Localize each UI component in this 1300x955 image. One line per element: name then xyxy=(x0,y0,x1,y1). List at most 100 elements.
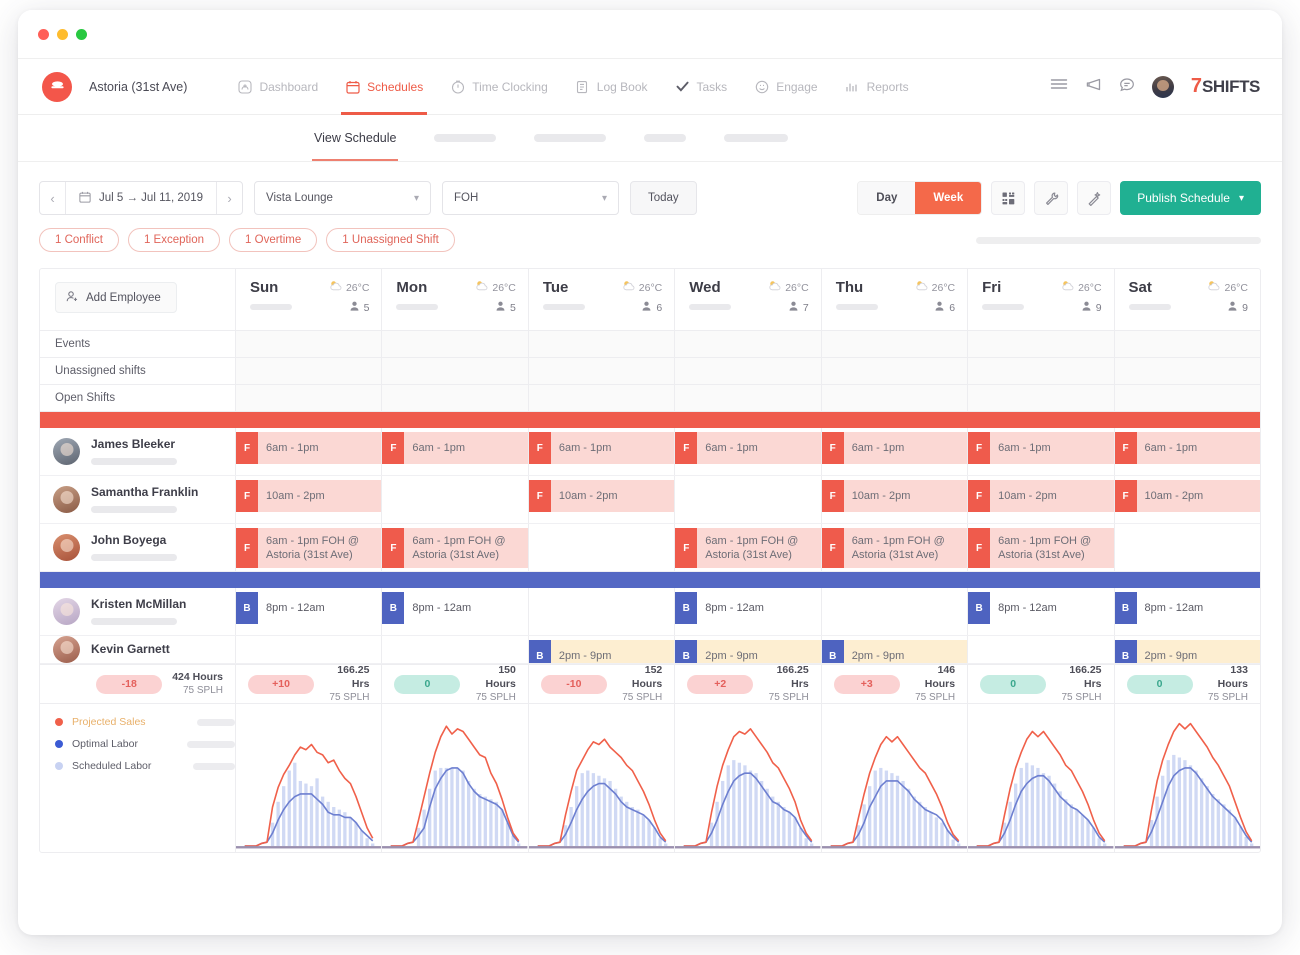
tab-placeholder-2[interactable] xyxy=(534,134,607,142)
day-view-button[interactable]: Day xyxy=(858,182,916,214)
shift-cell[interactable]: F 10am - 2pm xyxy=(528,476,676,523)
events-cell-sat[interactable] xyxy=(1114,331,1260,357)
grid-view-icon[interactable] xyxy=(991,181,1026,215)
employee-cell[interactable]: John Boyega xyxy=(40,524,236,571)
tab-placeholder-1[interactable] xyxy=(434,134,497,142)
shift-cell-empty[interactable] xyxy=(529,588,676,635)
magic-wand-icon[interactable] xyxy=(1077,181,1112,215)
tab-placeholder-4[interactable] xyxy=(724,134,789,142)
open-cell-tue[interactable] xyxy=(528,385,676,411)
shift-cell[interactable]: F 10am - 2pm xyxy=(236,476,383,523)
events-cell-tue[interactable] xyxy=(528,331,676,357)
shift-cell[interactable]: F 6am - 1pm FOH @ Astoria (31st Ave) xyxy=(382,524,529,571)
shift-cell-empty[interactable] xyxy=(968,636,1115,663)
tools-icon[interactable] xyxy=(1034,181,1069,215)
events-cell-thu[interactable] xyxy=(821,331,969,357)
week-view-button[interactable]: Week xyxy=(915,182,982,214)
shift-cell-empty[interactable] xyxy=(675,476,822,523)
shift-cell[interactable]: F 6am - 1pm FOH @ Astoria (31st Ave) xyxy=(675,524,822,571)
employee-cell[interactable]: James Bleeker xyxy=(40,428,236,475)
shift-cell-empty[interactable] xyxy=(822,588,969,635)
shift-cell[interactable]: F 6am - 1pm xyxy=(968,428,1115,475)
horizontal-scrollbar[interactable] xyxy=(976,236,1261,244)
nav-item-dashboard[interactable]: Dashboard xyxy=(237,59,318,115)
unassigned-cell-wed[interactable] xyxy=(675,358,822,384)
chart-tue[interactable] xyxy=(528,704,676,852)
megaphone-icon[interactable] xyxy=(1085,77,1102,97)
add-employee-button[interactable]: Add Employee xyxy=(55,282,177,313)
avatar[interactable] xyxy=(1151,75,1174,98)
shift-cell[interactable]: F 6am - 1pm xyxy=(675,428,822,475)
minimize-window-button[interactable] xyxy=(57,28,68,40)
employee-cell[interactable]: Kevin Garnett xyxy=(40,636,236,663)
shift-cell[interactable]: F 6am - 1pm xyxy=(821,428,969,475)
maximize-window-button[interactable] xyxy=(76,28,87,40)
shift-cell[interactable]: F 6am - 1pm xyxy=(236,428,383,475)
chart-fri[interactable] xyxy=(968,704,1115,852)
shift-cell[interactable]: F 6am - 1pm xyxy=(382,428,529,475)
nav-item-schedules[interactable]: Schedules xyxy=(341,59,428,115)
close-window-button[interactable] xyxy=(38,28,49,40)
events-cell-mon[interactable] xyxy=(382,331,529,357)
shift-cell[interactable]: F 6am - 1pm FOH @ Astoria (31st Ave) xyxy=(821,524,969,571)
employee-cell[interactable]: Samantha Franklin xyxy=(40,476,236,523)
shift-cell[interactable]: B 2pm - 9pm xyxy=(528,636,676,663)
shift-cell[interactable]: B 8pm - 12am xyxy=(382,588,529,635)
shift-cell[interactable]: F 10am - 2pm xyxy=(968,476,1115,523)
shift-cell-empty[interactable] xyxy=(1115,524,1260,571)
hamburger-icon[interactable] xyxy=(1050,77,1068,96)
shift-cell[interactable]: B 8pm - 12am xyxy=(968,588,1115,635)
shift-cell[interactable]: B 2pm - 9pm xyxy=(821,636,969,663)
shift-cell-empty[interactable] xyxy=(382,476,529,523)
unassigned-cell-sat[interactable] xyxy=(1114,358,1260,384)
events-cell-wed[interactable] xyxy=(675,331,822,357)
today-button[interactable]: Today xyxy=(630,181,697,215)
shift-cell[interactable]: B 8pm - 12am xyxy=(1114,588,1260,635)
shift-cell[interactable]: F 6am - 1pm xyxy=(1114,428,1260,475)
prev-week-button[interactable]: ‹ xyxy=(40,182,66,214)
alert-conflict[interactable]: 1 Conflict xyxy=(39,228,119,252)
alert-exception[interactable]: 1 Exception xyxy=(127,228,221,252)
nav-item-engage[interactable]: Engage xyxy=(754,59,818,115)
department-select[interactable]: FOH ▾ xyxy=(442,181,619,215)
unassigned-cell-mon[interactable] xyxy=(382,358,529,384)
open-cell-thu[interactable] xyxy=(821,385,969,411)
shift-cell[interactable]: B 8pm - 12am xyxy=(236,588,383,635)
chart-sat[interactable] xyxy=(1114,704,1260,852)
alert-overtime[interactable]: 1 Overtime xyxy=(229,228,318,252)
shift-cell-empty[interactable] xyxy=(236,636,383,663)
chart-sun[interactable] xyxy=(236,704,383,852)
shift-cell[interactable]: F 6am - 1pm FOH @ Astoria (31st Ave) xyxy=(236,524,383,571)
events-cell-fri[interactable] xyxy=(968,331,1115,357)
unassigned-cell-fri[interactable] xyxy=(968,358,1115,384)
nav-item-log-book[interactable]: Log Book xyxy=(575,59,648,115)
shift-cell[interactable]: B 2pm - 9pm xyxy=(1114,636,1260,663)
open-cell-mon[interactable] xyxy=(382,385,529,411)
open-cell-sun[interactable] xyxy=(236,385,383,411)
open-cell-fri[interactable] xyxy=(968,385,1115,411)
shift-cell-empty[interactable] xyxy=(529,524,676,571)
unassigned-cell-thu[interactable] xyxy=(821,358,969,384)
shift-cell[interactable]: F 10am - 2pm xyxy=(1114,476,1260,523)
location-select[interactable]: Vista Lounge ▾ xyxy=(254,181,431,215)
unassigned-cell-tue[interactable] xyxy=(528,358,676,384)
open-cell-wed[interactable] xyxy=(675,385,822,411)
nav-item-time-clocking[interactable]: Time Clocking xyxy=(450,59,548,115)
shift-cell-empty[interactable] xyxy=(382,636,529,663)
unassigned-cell-sun[interactable] xyxy=(236,358,383,384)
open-cell-sat[interactable] xyxy=(1114,385,1260,411)
tab-placeholder-3[interactable] xyxy=(644,134,687,142)
chat-icon[interactable] xyxy=(1119,77,1135,97)
shift-cell[interactable]: F 10am - 2pm xyxy=(821,476,969,523)
chart-wed[interactable] xyxy=(675,704,822,852)
chart-mon[interactable] xyxy=(382,704,529,852)
nav-item-reports[interactable]: Reports xyxy=(845,59,909,115)
shift-cell[interactable]: F 6am - 1pm xyxy=(528,428,676,475)
shift-cell[interactable]: F 6am - 1pm FOH @ Astoria (31st Ave) xyxy=(968,524,1115,571)
next-week-button[interactable]: › xyxy=(216,182,242,214)
shift-cell[interactable]: B 8pm - 12am xyxy=(675,588,822,635)
nav-item-tasks[interactable]: Tasks xyxy=(675,59,727,115)
alert-unassigned-shift[interactable]: 1 Unassigned Shift xyxy=(326,228,455,252)
date-range-display[interactable]: Jul 5 → Jul 11, 2019 xyxy=(66,182,216,214)
tab-view-schedule[interactable]: View Schedule xyxy=(311,115,399,161)
